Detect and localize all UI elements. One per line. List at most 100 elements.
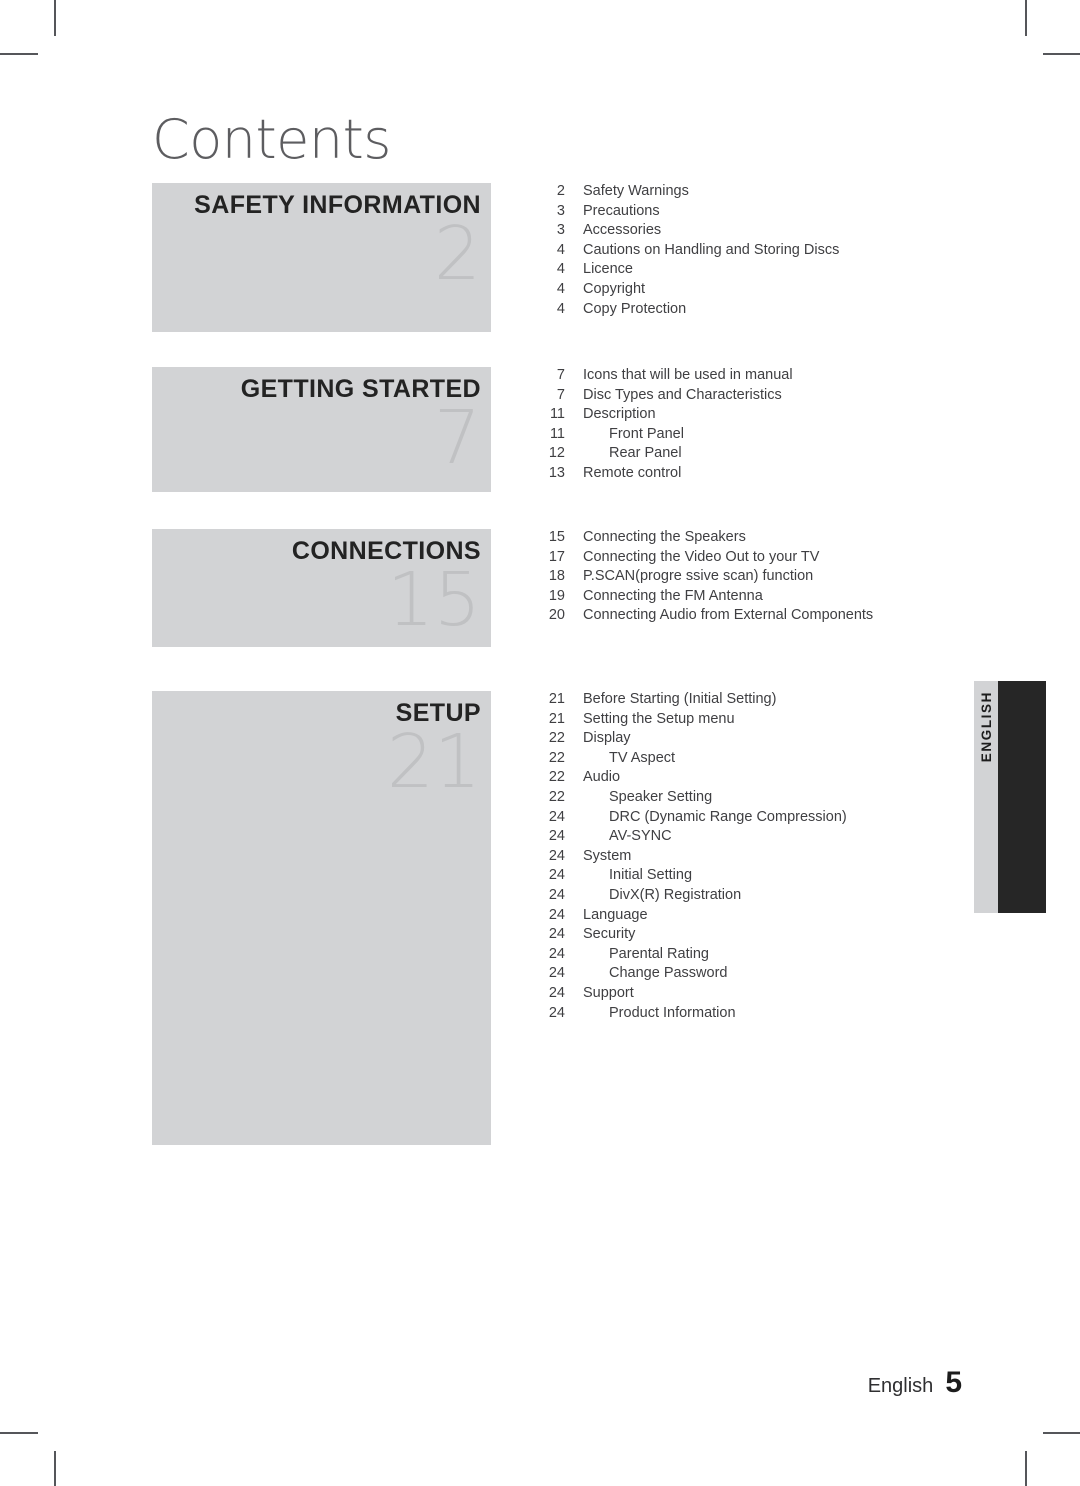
- toc-entry[interactable]: 4 Cautions on Handling and Storing Discs: [531, 242, 1051, 262]
- toc-entry-label: Icons that will be used in manual: [583, 367, 793, 383]
- toc-entry[interactable]: 22 Speaker Setting: [531, 789, 1051, 809]
- toc-entry[interactable]: 22 Display: [531, 730, 1051, 750]
- toc-entry[interactable]: 13 Remote control: [531, 465, 1051, 485]
- toc-entry[interactable]: 17 Connecting the Video Out to your TV: [531, 549, 1051, 569]
- toc-entry-label: Setting the Setup menu: [583, 710, 735, 727]
- toc-entry-page: 24: [548, 828, 565, 845]
- toc-entry-label: Connecting Audio from External Component…: [583, 607, 874, 624]
- toc-entry-page: 22: [548, 730, 565, 747]
- toc-entry-page: 7: [556, 386, 565, 403]
- toc-entry-label: Rear Panel: [609, 445, 682, 462]
- toc-entry[interactable]: 24 Initial Setting: [531, 867, 1051, 887]
- toc-entry-label: Cautions on Handling and Storing Discs: [583, 241, 840, 258]
- toc-entry[interactable]: 24 DRC (Dynamic Range Compression): [531, 809, 1051, 829]
- toc-entry-page: 24: [548, 808, 565, 825]
- toc-entry-page: 7: [556, 367, 565, 383]
- toc-entry[interactable]: 24 System: [531, 848, 1051, 868]
- toc-entry-page: 22: [548, 749, 565, 766]
- toc-entry[interactable]: 4 Licence: [531, 261, 1051, 281]
- toc-entry[interactable]: 20 Connecting Audio from External Compone…: [531, 607, 1051, 627]
- toc-entry-page: 4: [556, 300, 565, 317]
- toc-entry-page: 21: [548, 710, 565, 727]
- toc-entry-label: Front Panel: [609, 425, 684, 442]
- toc-entry-page: 24: [548, 847, 565, 864]
- toc-entry-label: Parental Rating: [609, 945, 709, 962]
- crop-mark-top-left-horizontal: [0, 53, 38, 55]
- toc-section-start-page: 15: [386, 557, 481, 643]
- page-title: Contents: [152, 108, 391, 171]
- toc-entry-list: 7 Icons that will be used in manual 7 Disc …: [531, 367, 1051, 485]
- toc-section-box: CONNECTIONS 15: [152, 529, 491, 647]
- toc-entry-label: TV Aspect: [609, 749, 676, 766]
- toc-entry-label: Change Password: [609, 965, 728, 982]
- toc-entry-label: System: [583, 847, 632, 864]
- toc-entry-label: Disc Types and Characteristics: [583, 386, 782, 403]
- toc-entry-page: 24: [548, 965, 565, 982]
- toc-section-start-page: 7: [433, 395, 481, 481]
- toc-entry-label: Security: [583, 926, 636, 943]
- toc-entry-label: Speaker Setting: [609, 788, 713, 805]
- toc-entry-label: DivX(R) Registration: [609, 886, 742, 903]
- toc-entry-page: 24: [548, 906, 565, 923]
- crop-mark-top-left-vertical: [54, 0, 56, 36]
- toc-entry[interactable]: 4 Copyright: [531, 281, 1051, 301]
- toc-entry[interactable]: 2 Safety Warnings: [531, 183, 1051, 203]
- toc-entry-page: 12: [548, 445, 565, 462]
- toc-entry[interactable]: 24 AV-SYNC: [531, 828, 1051, 848]
- toc-entry-label: Audio: [583, 769, 621, 786]
- toc-section-box: GETTING STARTED 7: [152, 367, 491, 492]
- toc-entry[interactable]: 22 Audio: [531, 769, 1051, 789]
- toc-entry-page: 24: [548, 984, 565, 1001]
- footer-language: English: [867, 1375, 934, 1397]
- toc-section-start-page: 2: [433, 211, 481, 297]
- toc-entry[interactable]: 3 Precautions: [531, 203, 1051, 223]
- toc-entry-label: Licence: [583, 261, 633, 278]
- toc-entry[interactable]: 3 Accessories: [531, 222, 1051, 242]
- toc-entry-page: 2: [556, 183, 565, 199]
- toc-entry-page: 19: [548, 587, 565, 604]
- toc-entry-page: 22: [548, 788, 565, 805]
- toc-entry-label: Support: [583, 984, 634, 1001]
- toc-entry[interactable]: 24 Change Password: [531, 965, 1051, 985]
- toc-entry[interactable]: 7 Icons that will be used in manual: [531, 367, 1051, 387]
- manual-page: Contents SAFETY INFORMATION 2 2 Safety Warn…: [0, 0, 1080, 1486]
- toc-entry[interactable]: 19 Connecting the FM Antenna: [531, 588, 1051, 608]
- toc-entry[interactable]: 22 TV Aspect: [531, 750, 1051, 770]
- toc-entry[interactable]: 18 P.SCAN(progre ssive scan) function: [531, 568, 1051, 588]
- toc-entry-label: Copy Protection: [583, 300, 687, 317]
- toc-entry-page: 15: [548, 529, 565, 545]
- toc-entry-page: 24: [548, 1004, 565, 1021]
- language-edge-tab: ENGLISH: [974, 681, 1046, 913]
- toc-entry-page: 13: [548, 464, 565, 481]
- toc-entry-label: Before Starting (Initial Setting): [583, 691, 777, 707]
- footer-page-number: 5: [945, 1366, 962, 1399]
- toc-entry[interactable]: 24 Parental Rating: [531, 946, 1051, 966]
- toc-entry-label: AV-SYNC: [609, 828, 672, 845]
- toc-entry-page: 11: [549, 425, 565, 442]
- toc-entry[interactable]: 24 Security: [531, 926, 1051, 946]
- toc-entry[interactable]: 7 Disc Types and Characteristics: [531, 387, 1051, 407]
- toc-entry[interactable]: 4 Copy Protection: [531, 301, 1051, 321]
- toc-entry[interactable]: 24 Language: [531, 907, 1051, 927]
- toc-entry-page: 20: [548, 607, 565, 624]
- toc-entry-list: 15 Connecting the Speakers 17 Connecting th…: [531, 529, 1051, 627]
- toc-entry[interactable]: 11 Description: [531, 406, 1051, 426]
- toc-entry[interactable]: 24 Product Information: [531, 1005, 1051, 1025]
- toc-entry[interactable]: 24 Support: [531, 985, 1051, 1005]
- toc-entry-label: Safety Warnings: [583, 183, 689, 199]
- toc-entry-page: 3: [556, 202, 565, 219]
- toc-entry-label: Connecting the FM Antenna: [583, 587, 763, 604]
- toc-entry-page: 24: [548, 926, 565, 943]
- crop-mark-top-right-vertical: [1025, 0, 1027, 36]
- toc-entry[interactable]: 12 Rear Panel: [531, 445, 1051, 465]
- toc-entry[interactable]: 11 Front Panel: [531, 426, 1051, 446]
- toc-entry-page: 3: [556, 222, 565, 239]
- crop-mark-bottom-left-horizontal: [0, 1432, 38, 1434]
- toc-entry-page: 21: [548, 691, 565, 707]
- toc-entry-label: Copyright: [583, 280, 646, 297]
- toc-entry[interactable]: 24 DivX(R) Registration: [531, 887, 1051, 907]
- toc-entry-page: 17: [548, 548, 565, 565]
- toc-entry[interactable]: 15 Connecting the Speakers: [531, 529, 1051, 549]
- toc-entry[interactable]: 21 Setting the Setup menu: [531, 711, 1051, 731]
- toc-entry[interactable]: 21 Before Starting (Initial Setting): [531, 691, 1051, 711]
